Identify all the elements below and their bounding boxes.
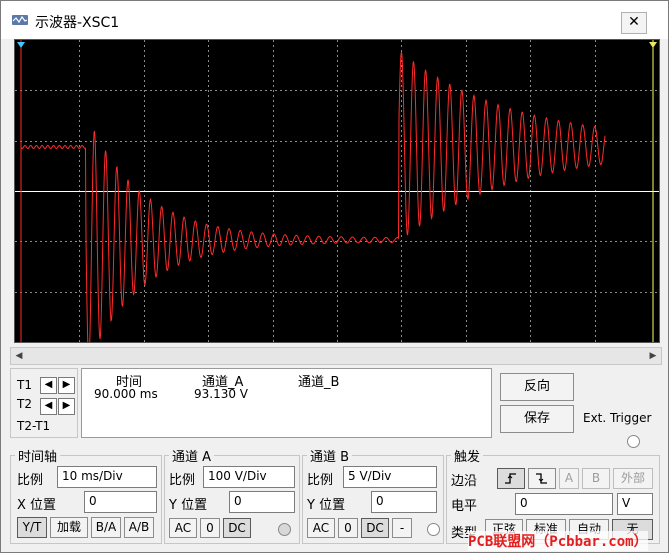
mode-ba-button[interactable]: B/A [91, 517, 121, 538]
channel-a-ac-button[interactable]: AC [169, 518, 197, 538]
timebase-scale-label: 比例 [17, 473, 44, 488]
cursor-t1-label: T1 [17, 378, 32, 392]
trigger-level-unit[interactable]: V [617, 493, 653, 515]
cursor-controls: T1 ◀ ▶ T2 ◀ ▶ T2-T1 [10, 368, 78, 438]
channel-a-title: 通道 A [169, 446, 215, 465]
ext-trigger-terminal[interactable] [627, 435, 640, 448]
trigger-title: 触发 [451, 446, 484, 465]
trigger-level-field[interactable]: 0 [515, 493, 613, 515]
channel-a-dc-button[interactable]: DC [223, 518, 251, 538]
readout-t1-time: 90.000 ms [94, 387, 158, 401]
readout-t1-channel-a: 93.130 V [194, 387, 249, 401]
channel-b-scale-label: 比例 [307, 473, 334, 488]
timebase-xpos-field[interactable]: 0 [84, 491, 157, 513]
channel-a-ypos-label: Y 位置 [169, 498, 208, 513]
channel-a-trace [20, 51, 606, 342]
channel-b-ypos-field[interactable]: 0 [371, 491, 437, 513]
channel-b-zero-button[interactable]: 0 [338, 518, 358, 538]
ext-trigger-label: Ext. Trigger [583, 411, 652, 425]
cursor-t2-marker [649, 42, 657, 48]
cursor-t2-left-icon[interactable]: ◀ [40, 398, 57, 415]
save-button[interactable]: 保存 [500, 405, 574, 433]
mode-load-button[interactable]: 加载 [50, 517, 88, 538]
readout-header-channel-b: 通道_B [298, 375, 340, 390]
measurement-readout: 时间 通道_A 通道_B 90.000 ms 93.130 V [81, 368, 492, 438]
scroll-right-icon[interactable]: ▶ [645, 348, 661, 364]
channel-b-ypos-label: Y 位置 [307, 498, 346, 513]
channel-b-ac-button[interactable]: AC [307, 518, 335, 538]
timebase-title: 时间轴 [15, 446, 61, 465]
mode-ab-button[interactable]: A/B [124, 517, 154, 538]
channel-a-ypos-field[interactable]: 0 [229, 491, 295, 513]
trigger-source-ext-button[interactable]: 外部 [613, 468, 653, 489]
timebase-scale-field[interactable]: 10 ms/Div [57, 466, 157, 488]
channel-b-dc-button[interactable]: DC [361, 518, 389, 538]
channel-b-scale-field[interactable]: 5 V/Div [343, 466, 437, 488]
cursor-diff-label: T2-T1 [17, 419, 51, 433]
channel-b-title: 通道 B [307, 446, 353, 465]
oscilloscope-window: 示波器-XSC1 ✕ ◀ ▶ T1 ◀ ▶ T2 ◀ ▶ T2-T1 时间 通道… [0, 0, 669, 553]
window-title: 示波器-XSC1 [35, 15, 120, 31]
reverse-button[interactable]: 反向 [500, 373, 574, 401]
channel-a-group: 通道 A 比例 100 V/Div Y 位置 0 AC 0 DC [164, 446, 300, 544]
trigger-edge-label: 边沿 [451, 474, 478, 489]
trigger-source-b-button[interactable]: B [582, 468, 610, 489]
title-bar[interactable]: 示波器-XSC1 ✕ [1, 1, 668, 39]
timebase-xpos-label: X 位置 [17, 498, 57, 513]
cursor-t1-marker [17, 42, 25, 48]
channel-a-scale-label: 比例 [169, 473, 196, 488]
channel-b-group: 通道 B 比例 5 V/Div Y 位置 0 AC 0 DC - [302, 446, 444, 544]
trigger-rising-edge-button[interactable] [497, 468, 525, 489]
channel-b-terminal[interactable] [427, 523, 440, 536]
cursor-t1-right-icon[interactable]: ▶ [58, 377, 75, 394]
close-button[interactable]: ✕ [621, 12, 647, 34]
cursor-t2-right-icon[interactable]: ▶ [58, 398, 75, 415]
scroll-left-icon[interactable]: ◀ [11, 348, 27, 364]
cursor-t1-left-icon[interactable]: ◀ [40, 377, 57, 394]
channel-b-minus-button[interactable]: - [392, 518, 412, 538]
cursor-t2-label: T2 [17, 397, 32, 411]
trigger-level-label: 电平 [451, 499, 478, 514]
oscilloscope-app-icon [12, 15, 28, 25]
mode-yt-button[interactable]: Y/T [17, 517, 47, 538]
trigger-falling-edge-button[interactable] [528, 468, 556, 489]
timebase-group: 时间轴 比例 10 ms/Div X 位置 0 Y/T 加载 B/A A/B [10, 446, 162, 544]
channel-a-scale-field[interactable]: 100 V/Div [203, 466, 295, 488]
trigger-source-a-button[interactable]: A [559, 468, 579, 489]
watermark: PCB联盟网（Pcbbar.com） [468, 531, 648, 551]
scope-grid [15, 40, 659, 342]
rising-edge-icon [505, 473, 516, 484]
channel-a-zero-button[interactable]: 0 [200, 518, 220, 538]
oscilloscope-screen[interactable] [14, 39, 660, 343]
time-scrollbar[interactable]: ◀ ▶ [10, 347, 662, 365]
falling-edge-icon [536, 473, 547, 484]
channel-a-terminal[interactable] [278, 523, 291, 536]
